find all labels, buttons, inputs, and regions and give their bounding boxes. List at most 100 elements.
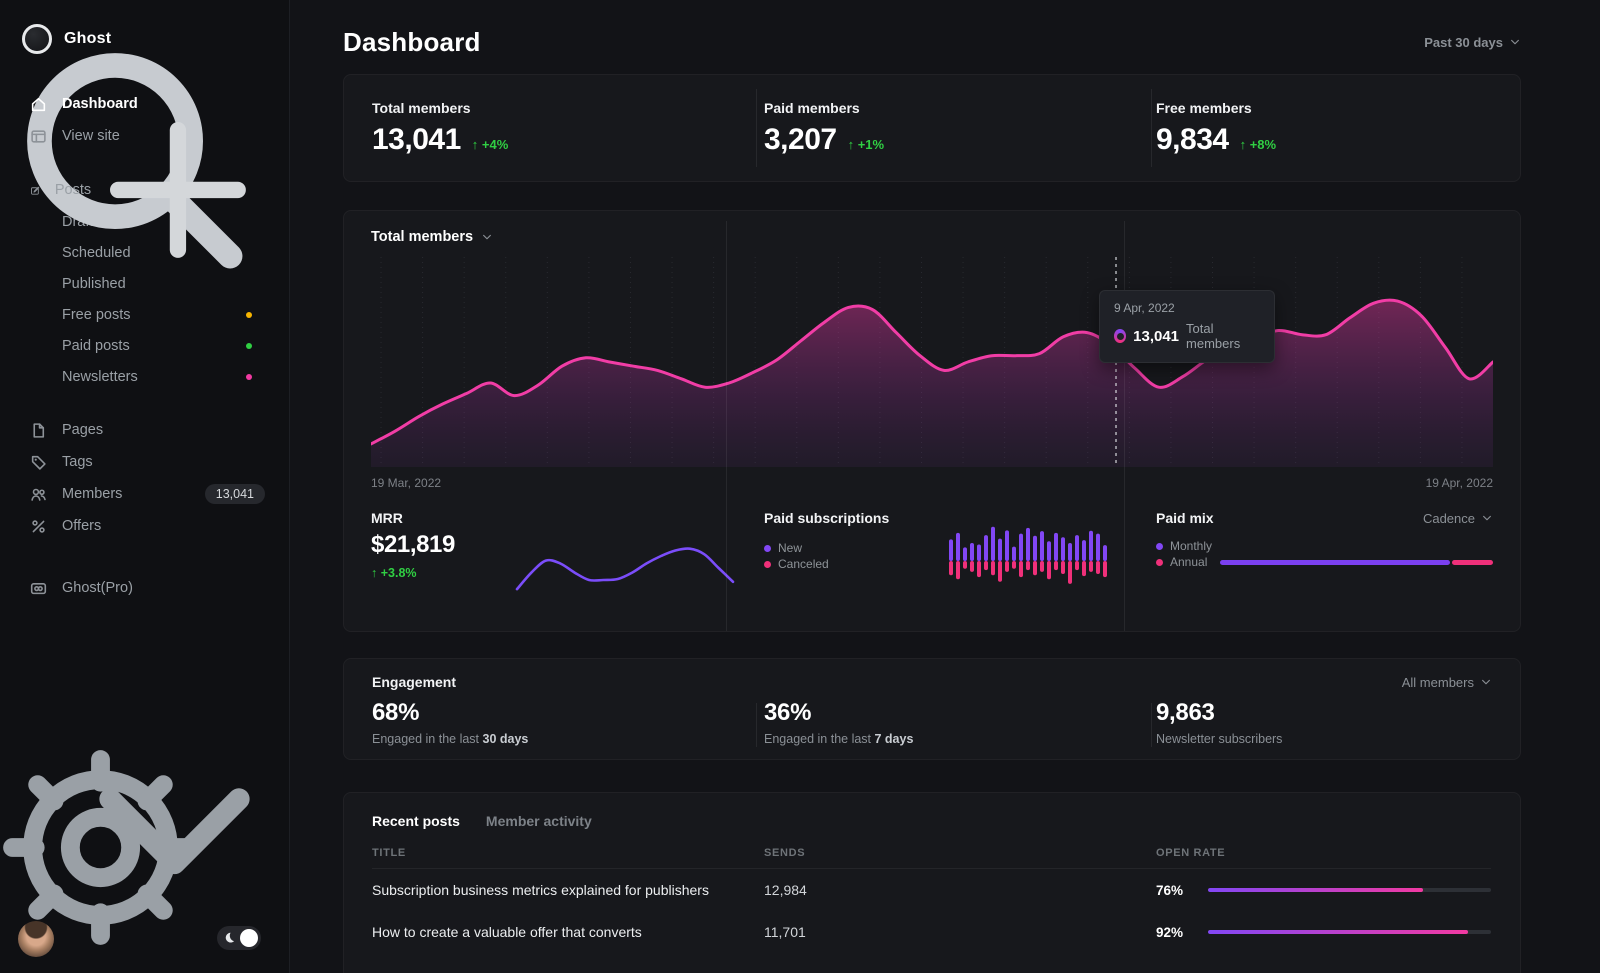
stat-total-members: Total members13,041↑ +4% (372, 100, 764, 157)
sidebar-item-label: Pages (62, 422, 103, 438)
tag-icon (30, 454, 47, 471)
metric-engaged-7: 36%Engaged in the last 7 days (764, 699, 1156, 746)
open-rate-fill (1208, 930, 1468, 934)
sidebar-item-pages[interactable]: Pages (0, 414, 289, 446)
post-sends: 11,701 (764, 924, 1156, 940)
post-title: Subscription business metrics explained … (372, 882, 764, 898)
stat-label: Total members (372, 100, 764, 116)
date-range-label: Past 30 days (1424, 35, 1503, 50)
sidebar-item-label: Ghost(Pro) (62, 580, 133, 596)
chevron-down-icon (1481, 512, 1493, 524)
metric-engaged-30: 68%Engaged in the last 30 days (372, 699, 764, 746)
stat-label: Paid members (764, 100, 1156, 116)
legend-dot-icon (1156, 559, 1163, 566)
table-row[interactable]: How to create a valuable offer that conv… (372, 911, 1491, 953)
post-sends: 12,984 (764, 882, 1156, 898)
posts-tabs: Recent posts Member activity (372, 813, 1491, 829)
legend-label: Canceled (778, 557, 829, 571)
legend-label: New (778, 541, 802, 555)
members-count-badge: 13,041 (205, 484, 265, 504)
metric-value: 68% (372, 699, 764, 727)
tooltip-value: 13,041 (1133, 328, 1179, 345)
metric-value: 36% (764, 699, 1156, 727)
page-icon (30, 422, 47, 439)
stat-value: 13,041 (372, 123, 461, 157)
legend-label: Monthly (1170, 539, 1212, 553)
sidebar-subitem-label: Newsletters (62, 369, 138, 385)
new-post-button[interactable] (91, 103, 265, 277)
post-open-rate: 76% (1156, 883, 1491, 898)
legend-dot-icon (764, 545, 771, 552)
post-open-rate: 92% (1156, 925, 1491, 940)
main-content: Dashboard Past 30 days Total members 13,0… (290, 0, 1600, 973)
sidebar-item-label: Members (62, 486, 122, 502)
paid-subscriptions-bar-chart (948, 521, 1110, 596)
members-chart-card: Total members 9 Apr, 2022 13,041 Total m… (343, 210, 1521, 632)
legend-item-canceled: Canceled (764, 556, 889, 572)
sidebar-item-label: Offers (62, 518, 101, 534)
page-title: Dashboard (343, 27, 481, 58)
sidebar-tertiary-nav: Ghost(Pro) (0, 572, 289, 604)
paid-subscriptions-title: Paid subscriptions (764, 510, 889, 526)
sidebar-subitem-newsletters[interactable]: Newsletters (0, 361, 289, 392)
gear-icon[interactable] (0, 747, 201, 948)
chart-metric-dropdown[interactable]: Total members (371, 229, 1493, 245)
stat-free-members: Free members9,834↑ +8% (1156, 100, 1492, 157)
legend-item-monthly: Monthly (1156, 538, 1212, 554)
engagement-title: Engagement (372, 674, 456, 690)
legend-dot-icon (764, 561, 771, 568)
moon-icon (222, 931, 236, 945)
date-range-dropdown[interactable]: Past 30 days (1424, 35, 1521, 50)
chart-tooltip: 9 Apr, 2022 13,041 Total members (1099, 290, 1275, 363)
tab-member-activity[interactable]: Member activity (486, 813, 592, 829)
sidebar-item-offers[interactable]: Offers (0, 510, 289, 542)
chevron-down-icon (1509, 36, 1521, 48)
tooltip-label: Total members (1186, 321, 1260, 351)
percent-icon (30, 518, 47, 535)
audience-dropdown[interactable]: All members (1402, 675, 1492, 690)
mrr-value: $21,819 (371, 531, 455, 559)
sidebar-item-tags[interactable]: Tags (0, 446, 289, 478)
tab-recent-posts[interactable]: Recent posts (372, 813, 460, 829)
paid-mix-bar-chart (1220, 560, 1493, 565)
sidebar-item-posts[interactable]: Posts (0, 174, 289, 206)
cadence-label: Cadence (1423, 511, 1475, 526)
x-axis-end-label: 19 Apr, 2022 (1426, 476, 1493, 490)
column-header-title: TITLE (372, 847, 764, 859)
open-rate-value: 92% (1156, 925, 1192, 940)
legend-dot-icon (1156, 543, 1163, 550)
sidebar-subitem-paid-posts[interactable]: Paid posts (0, 330, 289, 361)
chart-title: Total members (371, 229, 473, 245)
recent-posts-card: Recent postsMember activity TITLE SENDS … (343, 792, 1521, 973)
metric-newsletter-subs: 9,863 Newsletter subscribers (1156, 699, 1492, 746)
browser-icon (30, 128, 47, 145)
sidebar-item-label: Tags (62, 454, 93, 470)
edit-icon (30, 182, 40, 199)
legend-item-new: New (764, 540, 889, 556)
open-rate-value: 76% (1156, 883, 1192, 898)
chevron-down-icon (1480, 676, 1492, 688)
stat-paid-members: Paid members3,207↑ +1% (764, 100, 1156, 157)
status-dot (246, 374, 252, 380)
stat-value: 3,207 (764, 123, 837, 157)
audience-label: All members (1402, 675, 1474, 690)
toggle-knob (240, 929, 258, 947)
sidebar-item-ghost-pro[interactable]: Ghost(Pro) (0, 572, 289, 604)
annual-segment (1452, 560, 1493, 565)
table-row[interactable]: Subscription business metrics explained … (372, 869, 1491, 911)
home-icon (30, 96, 47, 113)
legend-label: Annual (1170, 555, 1207, 569)
legend-item-annual: Annual (1156, 554, 1212, 570)
metric-caption: Newsletter subscribers (1156, 732, 1492, 746)
dark-mode-toggle[interactable] (217, 926, 261, 950)
paid-mix-legend: Monthly Annual (1156, 538, 1212, 570)
open-rate-bar (1208, 930, 1491, 934)
sidebar-item-members[interactable]: Members 13,041 (0, 478, 289, 510)
sidebar-posts-group: Posts (0, 174, 289, 206)
metric-value: 9,863 (1156, 699, 1492, 727)
members-area-chart: 9 Apr, 2022 13,041 Total members (371, 257, 1493, 467)
paid-mix-title: Paid mix (1156, 510, 1214, 526)
sidebar-subitem-free-posts[interactable]: Free posts (0, 299, 289, 330)
post-title: How to create a valuable offer that conv… (372, 924, 764, 940)
cadence-dropdown[interactable]: Cadence (1423, 511, 1493, 526)
